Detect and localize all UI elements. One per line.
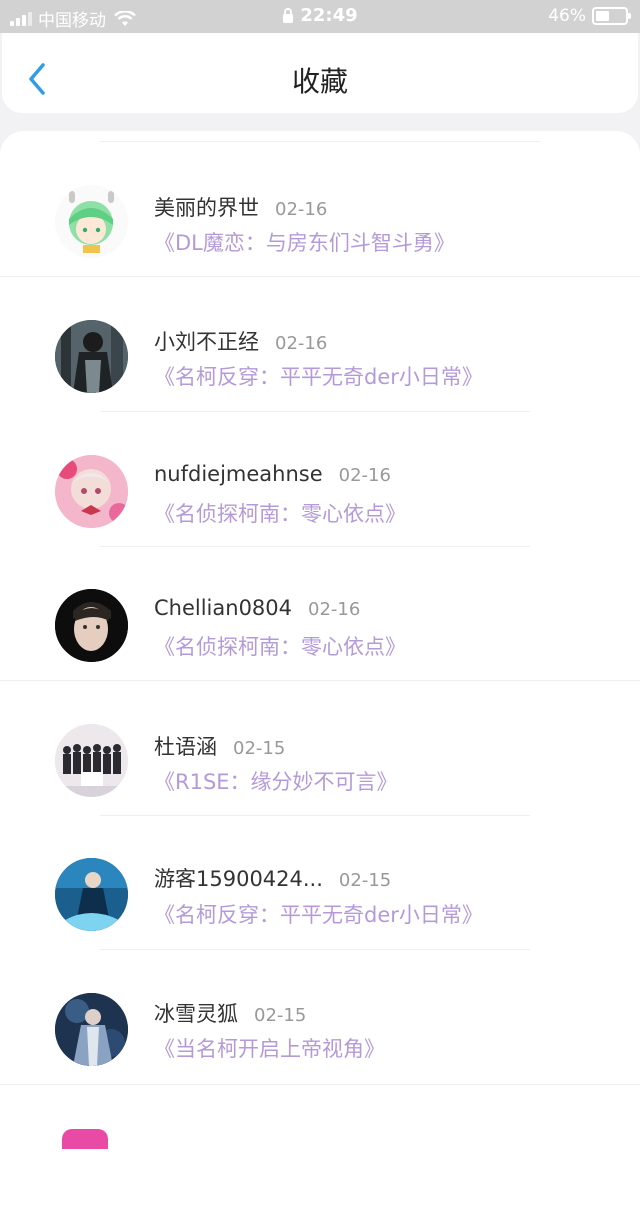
avatar [55,455,128,528]
list-item[interactable]: 冰雪灵狐 02-15 《当名柯开启上帝视角》 [0,980,640,1114]
item-header: 美丽的界世 02-16 [154,192,327,222]
avatar [55,993,128,1066]
nav-bar: 收藏 [2,33,638,113]
date: 02-15 [338,870,392,891]
item-header: 冰雪灵狐 02-15 [154,998,306,1028]
status-bar: 中国移动 22:49 46% [0,0,640,33]
username: 游客15900424... [154,867,323,891]
date: 02-16 [338,465,391,486]
username: 小刘不正经 [154,330,259,354]
clock: 22:49 [300,5,358,26]
divider [100,411,530,412]
list-item[interactable]: 小刘不正经 02-16 《名柯反穿：平平无奇der小日常》 [0,309,640,443]
username: 美丽的界世 [154,196,259,220]
avatar [55,589,128,662]
username: 杜语涵 [154,735,217,759]
item-header: nufdiejmeahnse 02-16 [154,462,391,486]
book-title-link[interactable]: 《名柯反穿：平平无奇der小日常》 [154,899,483,929]
date: 02-16 [275,333,328,354]
list-item[interactable]: 杜语涵 02-15 《R1SE：缘分妙不可言》 [0,712,640,846]
page-title: 收藏 [291,65,348,98]
divider [100,949,530,950]
username: nufdiejmeahnse [154,462,323,486]
status-center: 22:49 [0,5,640,26]
list-item[interactable]: 游客15900424... 02-15 《名柯反穿：平平无奇der小日常》 [0,846,640,980]
list-item[interactable]: 美丽的界世 02-16 《DL魔恋：与房东们斗智斗勇》 [0,175,640,309]
item-header: 杜语涵 02-15 [154,731,285,761]
book-title-link[interactable]: 《当名柯开启上帝视角》 [154,1033,385,1063]
status-right: 46% [548,6,631,26]
item-header: 游客15900424... 02-15 [154,863,391,893]
date: 02-16 [308,599,361,620]
divider [100,815,530,816]
book-title-link[interactable]: 《DL魔恋：与房东们斗智斗勇》 [154,227,455,257]
divider [100,141,540,142]
divider [0,680,640,681]
book-title-link[interactable]: 《名侦探柯南：零心依点》 [154,631,406,661]
divider [0,1084,640,1085]
avatar [55,858,128,931]
username: 冰雪灵狐 [154,1002,238,1026]
date: 02-15 [233,738,286,759]
avatar [62,1129,108,1149]
divider [0,276,640,277]
lock-icon [283,8,294,23]
book-title-link[interactable]: 《名柯反穿：平平无奇der小日常》 [154,361,483,391]
battery-percent: 46% [548,6,586,26]
item-header: Chellian0804 02-16 [154,596,360,620]
item-header: 小刘不正经 02-16 [154,326,327,356]
list-item[interactable]: nufdiejmeahnse 02-16 《名侦探柯南：零心依点》 [0,443,640,577]
favorites-list: 美丽的界世 02-16 《DL魔恋：与房东们斗智斗勇》 小刘不正经 02-16 《名… [0,131,640,1231]
username: Chellian0804 [154,596,293,620]
list-item[interactable]: Chellian0804 02-16 《名侦探柯南：零心依点》 [0,577,640,711]
date: 02-15 [254,1005,307,1026]
divider [100,546,530,547]
avatar [55,185,128,258]
book-title-link[interactable]: 《R1SE：缘分妙不可言》 [154,766,398,796]
avatar [55,724,128,797]
date: 02-16 [275,199,328,220]
book-title-link[interactable]: 《名侦探柯南：零心依点》 [154,498,406,528]
battery-icon [592,7,631,25]
avatar [55,320,128,393]
